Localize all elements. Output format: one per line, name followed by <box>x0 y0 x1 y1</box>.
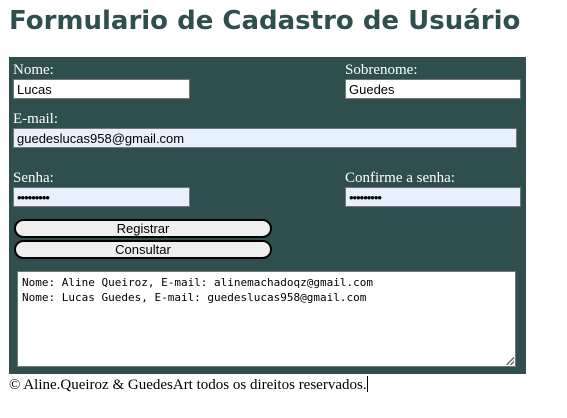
result-line: Nome: Lucas Guedes, E-mail: guedeslucas9… <box>22 291 367 304</box>
text-caret <box>366 376 368 392</box>
results-textarea[interactable]: Nome: Aline Queiroz, E-mail: alinemachad… <box>17 271 516 367</box>
senha-input[interactable] <box>13 187 190 207</box>
senha-label: Senha: <box>13 170 54 186</box>
sobrenome-input[interactable] <box>345 79 521 99</box>
sobrenome-label: Sobrenome: <box>345 62 418 78</box>
nome-label: Nome: <box>13 62 54 78</box>
footer-text: © Aline.Queiroz & GuedesArt todos os dir… <box>9 377 367 393</box>
email-input[interactable] <box>13 128 517 148</box>
resize-grip-icon[interactable] <box>506 357 514 365</box>
registration-form: Nome: Sobrenome: E-mail: Senha: Confirme… <box>9 57 526 374</box>
footer: © Aline.Queiroz & GuedesArt todos os dir… <box>9 376 368 394</box>
confirme-senha-label: Confirme a senha: <box>345 170 455 186</box>
page-title: Formulario de Cadastro de Usuário <box>9 6 521 36</box>
registrar-button[interactable]: Registrar <box>14 219 272 238</box>
consultar-button[interactable]: Consultar <box>14 240 272 259</box>
nome-input[interactable] <box>13 79 190 99</box>
email-label: E-mail: <box>13 111 58 127</box>
result-line: Nome: Aline Queiroz, E-mail: alinemachad… <box>22 276 373 289</box>
confirme-senha-input[interactable] <box>345 187 521 207</box>
